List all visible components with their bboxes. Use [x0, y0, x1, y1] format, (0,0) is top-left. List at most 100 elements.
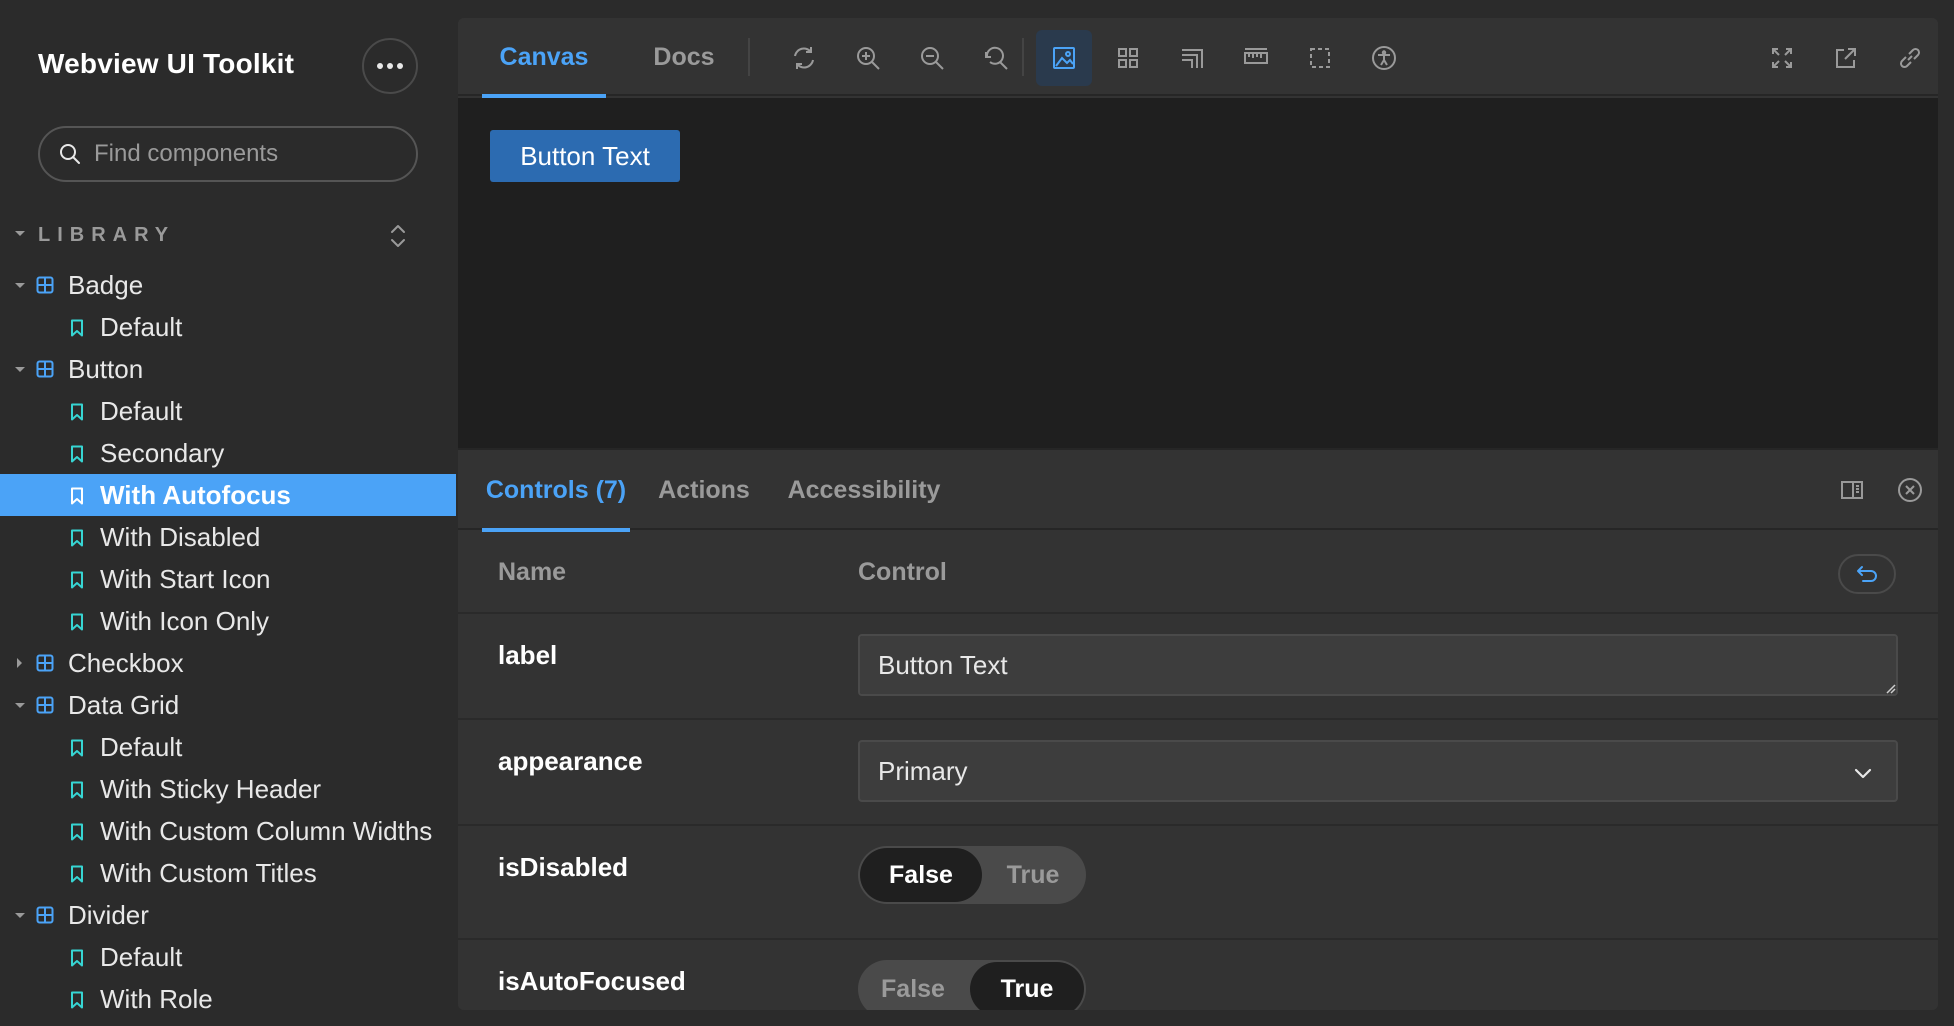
tab-docs[interactable]: Docs — [636, 18, 732, 96]
isautofocused-toggle[interactable]: False True — [858, 960, 1086, 1010]
addon-tabs: Controls (7) Actions Accessibility — [458, 450, 1938, 532]
sidebar-story-with-start-icon[interactable]: With Start Icon — [0, 558, 456, 600]
control-name: label — [498, 640, 558, 670]
control-name: appearance — [498, 746, 643, 776]
library-section-header[interactable]: LIBRARY — [0, 218, 456, 254]
bookmark-icon — [71, 613, 83, 631]
open-new-tab-button[interactable] — [1818, 30, 1874, 86]
component-icon — [36, 906, 54, 924]
toggle-option-true[interactable]: True — [970, 962, 1084, 1010]
caret-right-icon[interactable] — [14, 658, 26, 668]
bookmark-icon — [71, 991, 83, 1009]
resize-grip-icon[interactable] — [1884, 682, 1896, 694]
undo-icon — [1857, 566, 1877, 582]
sidebar-story-default[interactable]: Default — [0, 726, 456, 768]
caret-down-icon[interactable] — [14, 365, 26, 375]
toggle-option-false[interactable]: False — [858, 962, 968, 1010]
isdisabled-toggle[interactable]: False True — [858, 846, 1086, 904]
copy-link-button[interactable] — [1882, 30, 1938, 86]
tab-controls[interactable]: Controls (7) — [482, 450, 630, 532]
component-icon — [36, 654, 54, 672]
tree-item-label: Data Grid — [68, 689, 180, 720]
copy-link-icon — [1899, 47, 1921, 69]
toggle-option-false[interactable]: False — [860, 848, 982, 902]
tab-accessibility[interactable]: Accessibility — [782, 450, 946, 530]
tree-item-label: Default — [100, 941, 183, 972]
background-icon — [1053, 47, 1075, 69]
control-row-isautofocused: isAutoFocused False True — [458, 940, 1938, 1010]
caret-down-icon[interactable] — [14, 281, 26, 291]
sidebar-story-default[interactable]: Default — [0, 936, 456, 978]
tab-canvas[interactable]: Canvas — [482, 18, 606, 98]
bookmark-icon — [71, 781, 83, 799]
chevron-down-icon — [1854, 768, 1872, 779]
panel-orientation-button[interactable] — [1824, 462, 1880, 518]
caret-down-icon[interactable] — [14, 701, 26, 711]
fullscreen-icon — [1772, 48, 1792, 68]
toggle-option-true[interactable]: True — [982, 848, 1084, 902]
accessibility-button[interactable] — [1356, 30, 1412, 86]
tree-item-label: Button — [68, 353, 144, 384]
search-input[interactable] — [94, 140, 394, 168]
reset-controls-button[interactable] — [1838, 554, 1896, 594]
component-icon — [36, 276, 54, 294]
zoom-in-button[interactable] — [840, 30, 896, 86]
close-panel-button[interactable] — [1882, 462, 1938, 518]
expand-collapse-icon[interactable] — [388, 222, 408, 250]
tree-item-label: Default — [100, 731, 183, 762]
toolbar: Canvas Docs — [458, 18, 1938, 98]
sidebar-story-default[interactable]: Default — [0, 306, 456, 348]
tab-actions[interactable]: Actions — [654, 450, 754, 530]
search-box[interactable] — [38, 126, 418, 182]
preview-button[interactable]: Button Text — [490, 130, 680, 182]
bookmark-icon — [71, 403, 83, 421]
toolbar-divider — [748, 38, 750, 76]
caret-down-icon[interactable] — [14, 911, 26, 921]
sidebar-story-with-custom-titles[interactable]: With Custom Titles — [0, 852, 456, 894]
controls-table: Name Control label appearance Primary — [458, 532, 1938, 1010]
background-button[interactable] — [1036, 30, 1092, 86]
panel-layout-icon — [1841, 481, 1863, 499]
sidebar-component-badge[interactable]: Badge — [0, 264, 456, 306]
fullscreen-button[interactable] — [1754, 30, 1810, 86]
caret-down-icon — [15, 231, 25, 236]
zoom-out-button[interactable] — [904, 30, 960, 86]
main-panel: Canvas Docs Button Text Controls (7) Act… — [458, 18, 1938, 1010]
zoom-reset-button[interactable] — [968, 30, 1024, 86]
label-textarea[interactable] — [858, 634, 1898, 696]
bookmark-icon — [71, 949, 83, 967]
sidebar-component-data-grid[interactable]: Data Grid — [0, 684, 456, 726]
sidebar-story-with-role[interactable]: With Role — [0, 978, 456, 1020]
open-new-tab-icon — [1836, 48, 1856, 68]
grid-button[interactable] — [1100, 30, 1156, 86]
more-options-button[interactable] — [362, 38, 418, 94]
control-row-label: label — [458, 614, 1938, 720]
sidebar-story-with-icon-only[interactable]: With Icon Only — [0, 600, 456, 642]
tree-item-label: Divider — [68, 899, 149, 930]
sidebar-story-default[interactable]: Default — [0, 390, 456, 432]
refresh-button[interactable] — [776, 30, 832, 86]
sidebar-story-with-disabled[interactable]: With Disabled — [0, 516, 456, 558]
bookmark-icon — [71, 865, 83, 883]
sidebar-story-with-sticky-header[interactable]: With Sticky Header — [0, 768, 456, 810]
control-row-appearance: appearance Primary — [458, 720, 1938, 826]
tree-item-label: Checkbox — [68, 647, 184, 678]
sidebar-component-divider[interactable]: Divider — [0, 894, 456, 936]
measure-button[interactable] — [1228, 30, 1284, 86]
bookmark-icon — [71, 319, 83, 337]
tree-item-label: With Icon Only — [100, 605, 270, 636]
bookmark-icon — [71, 487, 83, 505]
sidebar-component-button[interactable]: Button — [0, 348, 456, 390]
library-title: LIBRARY — [38, 224, 176, 246]
ellipsis-icon — [377, 63, 403, 69]
bookmark-icon — [71, 823, 83, 841]
tree-item-label: Secondary — [100, 437, 225, 468]
outline-button[interactable] — [1292, 30, 1348, 86]
sidebar-story-with-custom-column-widths[interactable]: With Custom Column Widths — [0, 810, 456, 852]
appearance-select[interactable]: Primary — [858, 740, 1898, 802]
sidebar-story-secondary[interactable]: Secondary — [0, 432, 456, 474]
accessibility-icon — [1372, 46, 1396, 70]
viewport-button[interactable] — [1164, 30, 1220, 86]
sidebar-component-checkbox[interactable]: Checkbox — [0, 642, 456, 684]
sidebar-story-with-autofocus[interactable]: With Autofocus — [0, 474, 456, 516]
